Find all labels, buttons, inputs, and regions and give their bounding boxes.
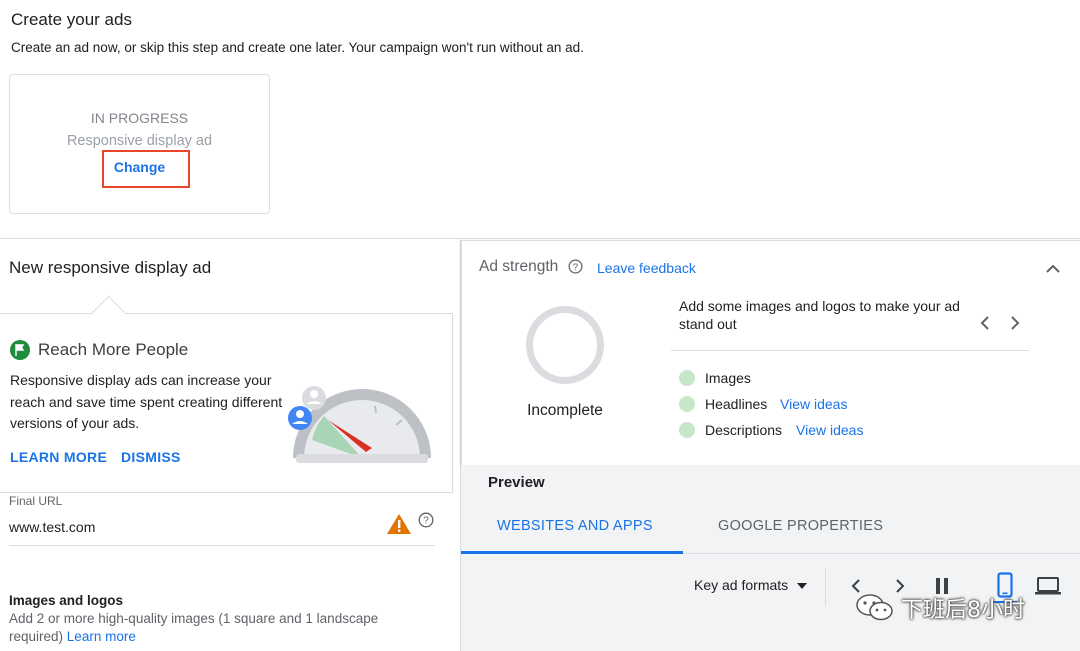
learn-more-link[interactable]: Learn more [67, 629, 136, 644]
images-logos-title: Images and logos [9, 593, 124, 608]
watermark-text: 下班后8小时 [901, 598, 1025, 623]
active-tab-indicator [461, 551, 683, 554]
strength-tip: Add some images and logos to make your a… [679, 298, 960, 332]
leave-feedback-link[interactable]: Leave feedback [597, 260, 696, 276]
ad-status-label: IN PROGRESS [90, 110, 189, 126]
key-ad-formats-dropdown[interactable]: Key ad formats [694, 577, 788, 593]
headlines-view-ideas-link[interactable]: View ideas [780, 396, 847, 412]
tab-google-properties[interactable]: GOOGLE PROPERTIES [718, 518, 883, 534]
caret-down-icon[interactable] [797, 583, 807, 589]
help-icon[interactable]: ? [418, 512, 434, 528]
final-url-underline [9, 545, 435, 546]
tab-websites-and-apps[interactable]: WEBSITES AND APPS [497, 518, 653, 534]
checklist-item-descriptions: Descriptions [705, 422, 783, 438]
dismiss-button[interactable]: DISMISS [121, 449, 181, 465]
ad-type-label: Responsive display ad [66, 133, 213, 149]
learn-more-button[interactable]: LEARN MORE [10, 449, 107, 465]
strength-meter-ring [526, 306, 604, 384]
preview-title: Preview [488, 474, 545, 491]
wechat-logo-icon [856, 594, 893, 621]
chevron-up-icon[interactable] [1044, 262, 1062, 276]
page-title: Create your ads [11, 10, 132, 29]
flag-icon [10, 340, 30, 360]
checklist-dot-icon [679, 422, 695, 438]
checklist-item-images: Images [705, 370, 751, 386]
svg-text:?: ? [573, 262, 578, 272]
reach-tip-description: Responsive display ads can increase your… [10, 372, 283, 431]
ad-progress-card: IN PROGRESS Responsive display ad Change [9, 74, 270, 214]
checklist-dot-icon [679, 396, 695, 412]
chevron-right-icon[interactable] [1008, 314, 1022, 332]
images-logos-description: Add 2 or more high-quality images (1 squ… [9, 611, 379, 644]
svg-text:?: ? [423, 516, 429, 527]
wechat-watermark: 下班后8小时 [855, 590, 1055, 624]
toolbar-divider [825, 568, 826, 606]
ad-strength-title: Ad strength [479, 258, 559, 275]
help-icon[interactable]: ? [568, 259, 583, 274]
editor-title: New responsive display ad [9, 258, 212, 277]
section-divider [0, 238, 1080, 239]
final-url-input[interactable]: www.test.com [9, 519, 95, 535]
descriptions-view-ideas-link[interactable]: View ideas [796, 422, 863, 438]
warning-icon [387, 514, 411, 534]
strength-status: Incomplete [527, 402, 603, 419]
checklist-item-headlines: Headlines [705, 396, 768, 412]
gauge-illustration [288, 386, 431, 463]
checklist-dot-icon [679, 370, 695, 386]
final-url-label: Final URL [9, 494, 63, 508]
page-subtitle: Create an ad now, or skip this step and … [11, 40, 584, 55]
chevron-left-icon[interactable] [978, 314, 992, 332]
reach-tip-title: Reach More People [38, 340, 189, 359]
tip-divider [671, 350, 1029, 351]
change-link[interactable]: Change [10, 159, 269, 175]
